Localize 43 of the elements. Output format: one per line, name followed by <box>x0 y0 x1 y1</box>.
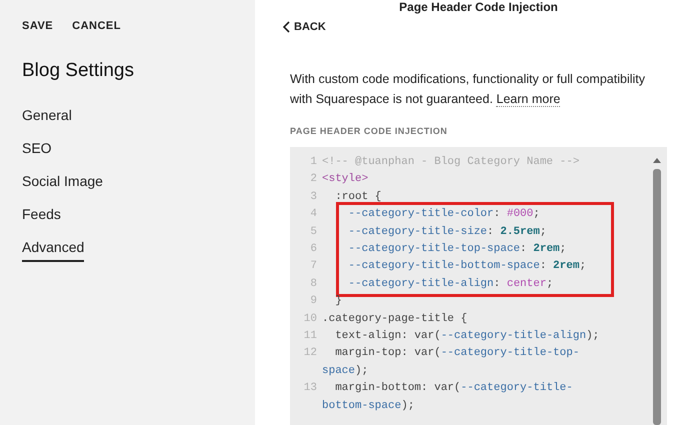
code-line: margin-top: var(--category-title-top-space); <box>322 346 580 379</box>
line-number: 2 <box>309 172 318 188</box>
sidebar-item[interactable]: General <box>22 105 72 130</box>
back-button[interactable]: BACK <box>282 19 326 36</box>
line-number: 6 <box>309 242 318 258</box>
line-number: 8 <box>309 276 318 292</box>
sidebar-title: Blog Settings <box>22 58 135 82</box>
sidebar-item[interactable]: Advanced <box>22 237 84 262</box>
scroll-up-icon <box>653 157 661 163</box>
code-line: .category-page-title { <box>322 312 468 327</box>
code-line: <style> <box>322 172 370 188</box>
line-number: 9 <box>309 294 318 310</box>
line-number: 4 <box>309 207 318 222</box>
code-line: --category-title-top-space: 2rem; <box>322 241 612 258</box>
line-number: 5 <box>309 224 318 240</box>
line-number: 13 <box>302 381 318 396</box>
line-number: 1 <box>309 155 318 170</box>
code-line: <!-- @tuanphan - Blog Category Name --> <box>322 155 580 170</box>
learn-more-link[interactable]: Learn more <box>496 92 560 106</box>
field-label: PAGE HEADER CODE INJECTION <box>290 124 448 138</box>
code-line: --category-title-align: center; <box>322 276 612 294</box>
code-line: --category-title-bottom-space: 2rem; <box>322 258 612 276</box>
sidebar-item[interactable]: Social Image <box>22 171 103 196</box>
code-editor[interactable] <box>290 147 667 425</box>
line-number: 12 <box>302 346 318 362</box>
chevron-left-icon <box>282 21 291 34</box>
line-number: 7 <box>309 259 318 274</box>
code-line: } <box>334 294 343 310</box>
action-button[interactable]: CANCEL <box>72 18 121 34</box>
action-button[interactable]: SAVE <box>22 18 54 34</box>
panel-title: Page Header Code Injection <box>398 0 559 14</box>
sidebar-item[interactable]: SEO <box>22 138 52 163</box>
line-number: 11 <box>302 329 318 344</box>
scrollbar-thumb[interactable] <box>653 169 661 425</box>
line-number: 10 <box>302 312 318 327</box>
line-number: 3 <box>309 190 318 205</box>
code-line: :root { <box>334 190 382 205</box>
notice-text: With custom code modifications, functionality or full compatibility with Squarespace is not guaranteed. Learn more <box>290 70 646 108</box>
code-line: margin-bottom: var(--category-title-bottom-space); <box>322 381 574 414</box>
code-line: text-align: var(--category-title-align); <box>334 329 600 344</box>
code-line: --category-title-size: 2.5rem; <box>322 224 612 242</box>
sidebar-item[interactable]: Feeds <box>22 204 61 229</box>
code-line: --category-title-color: #000; <box>322 206 612 224</box>
